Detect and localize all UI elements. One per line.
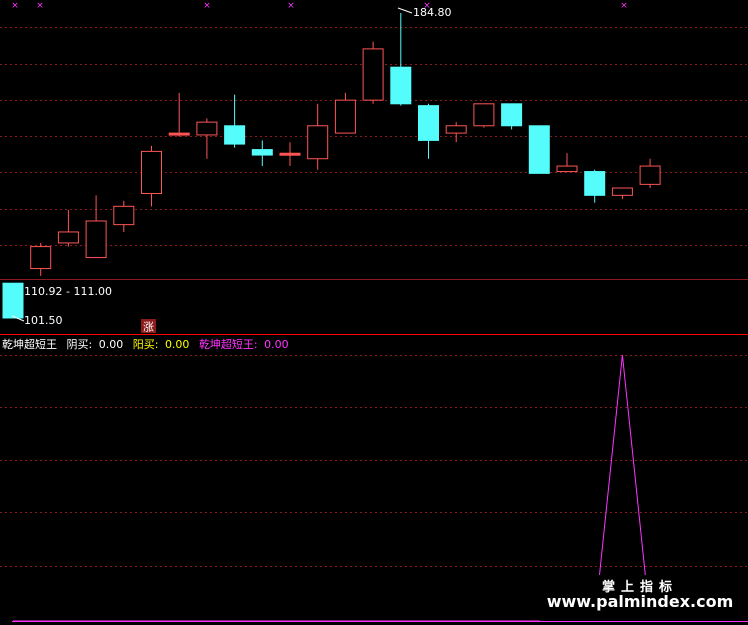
candle-body (556, 165, 578, 173)
top-marker: × (287, 1, 295, 11)
candle (334, 92, 356, 134)
candle-body (611, 187, 633, 196)
candle (390, 13, 412, 106)
wang-label: 乾坤超短王: (199, 337, 258, 351)
zhang-badge-text: 涨 (143, 321, 154, 334)
candle (85, 195, 107, 259)
candle (141, 145, 162, 207)
candle (196, 118, 218, 159)
candle-body (639, 165, 661, 185)
candle (30, 242, 52, 276)
candle (307, 103, 329, 170)
top-marker: × (203, 1, 211, 11)
candle (556, 153, 578, 173)
yang-buy-value: 0.00 (165, 338, 190, 351)
candle-body (251, 149, 273, 156)
yin-buy-label: 阴买: (67, 338, 93, 351)
top-marker: × (620, 1, 628, 11)
candle-body (30, 246, 52, 270)
high-label: 184.80 (413, 6, 452, 19)
candle (418, 103, 439, 159)
candle-body (390, 66, 412, 105)
candle-body (224, 125, 246, 145)
candle (2, 282, 24, 319)
candle-body (196, 121, 218, 136)
indicator-name: 乾坤超短王 (2, 337, 57, 351)
candle-body (85, 220, 107, 259)
candle (168, 92, 190, 137)
candle-body (528, 125, 550, 174)
candle-body (57, 231, 79, 244)
zhang-badge: 涨 (141, 319, 156, 334)
candle (113, 200, 135, 232)
candle (251, 140, 273, 167)
candle (57, 209, 79, 247)
top-markers: × × × × × × (11, 1, 628, 11)
candle (445, 122, 467, 143)
top-marker: × (11, 1, 19, 11)
candle-body (334, 99, 356, 134)
candle-body (307, 125, 329, 160)
range-label: 110.92 - 111.00 (24, 285, 112, 298)
candle (639, 158, 661, 189)
candle (528, 125, 550, 174)
indicator-header: 乾坤超短王 阴买: 0.00 阳买: 0.00 乾坤超短王: 0.00 (2, 337, 289, 351)
candle-body (2, 282, 24, 319)
candle (362, 41, 384, 104)
candle-body (501, 103, 523, 127)
candle-body (113, 205, 135, 226)
watermark-url: www.palmindex.com (547, 592, 734, 611)
candle (584, 169, 606, 203)
low-label: 101.50 (24, 314, 63, 327)
candles (2, 13, 661, 319)
high-marker: 184.80 (397, 6, 452, 19)
candle-body (141, 150, 162, 195)
candle (473, 103, 495, 128)
top-marker: × (36, 1, 44, 11)
candle-body (279, 152, 301, 156)
candle-body (584, 171, 606, 196)
candle (501, 103, 523, 130)
wang-value: 0.00 (264, 338, 289, 351)
indicator-grid (0, 355, 748, 567)
yang-buy-label: 阳买: (133, 338, 159, 351)
candle-body (473, 103, 495, 127)
candle-body (418, 105, 439, 141)
candle-body (362, 48, 384, 101)
yin-buy-value: 0.00 (99, 338, 124, 351)
candle-body (445, 125, 467, 134)
candle (224, 94, 246, 148)
candle (279, 142, 301, 167)
chart-canvas: × × × × × × 184.80 101.50 110.92 - 111.0… (0, 1, 748, 622)
candle (611, 187, 633, 200)
candle-body (168, 132, 190, 136)
